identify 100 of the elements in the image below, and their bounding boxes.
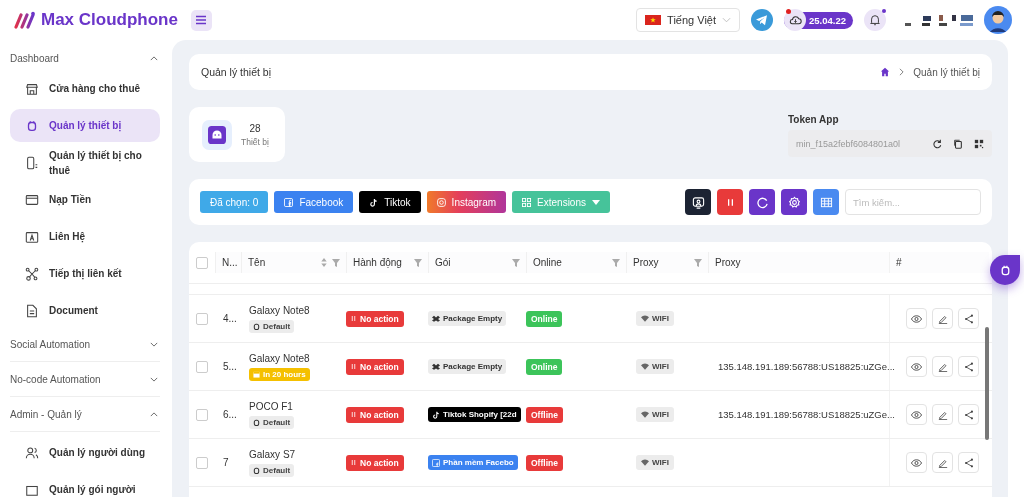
share-button[interactable] (958, 404, 979, 425)
menu-button[interactable] (190, 9, 212, 31)
row-checkbox[interactable] (196, 312, 208, 325)
edit-button[interactable] (932, 356, 953, 377)
scrollbar[interactable] (985, 327, 989, 440)
refresh-button[interactable] (749, 189, 775, 215)
copy-icon[interactable] (953, 138, 963, 149)
caret-icon (722, 17, 731, 23)
flag-icon (645, 15, 662, 25)
sidebar-item[interactable]: Quản lý người dùng (10, 436, 160, 469)
sidebar-item[interactable]: Liên Hệ (10, 220, 160, 253)
sidebar-item[interactable]: Cửa hàng cho thuê (10, 72, 160, 105)
eye-icon (911, 314, 922, 323)
sidebar-section-header[interactable]: Social Automation (10, 327, 160, 362)
column-header: Online (533, 257, 562, 268)
view-button[interactable] (906, 356, 927, 377)
token-label: Token App (788, 114, 840, 125)
filter-icon[interactable] (512, 258, 520, 267)
chevron-down-icon (150, 376, 158, 382)
sidebar-item[interactable]: Tiếp thị liên kết (10, 257, 160, 290)
avatar-icon[interactable] (984, 6, 1012, 34)
chevron-down-icon (150, 341, 158, 347)
wifi-icon (641, 459, 649, 466)
menu-icon (195, 15, 208, 25)
action-status: No action (346, 454, 404, 471)
online-status: Online (526, 310, 563, 327)
package-label: Package Empty (428, 359, 507, 374)
notification-dot (882, 9, 886, 13)
sidebar-item[interactable]: Document (10, 294, 160, 327)
device-name: Galaxy S7 (249, 448, 296, 460)
facebook-button[interactable]: Facebook (274, 191, 354, 213)
sidebar-item[interactable]: Quản lý gói người (10, 473, 160, 497)
redacted-name-block (905, 14, 973, 26)
view-button[interactable] (906, 452, 927, 473)
monitor-person-icon (691, 195, 705, 209)
settings-button[interactable] (781, 189, 807, 215)
column-header: Tên (248, 257, 266, 268)
action-status: No action (346, 310, 404, 327)
eye-icon (911, 362, 922, 371)
filter-icon[interactable] (332, 258, 340, 267)
app-version-badge[interactable]: 25.04.22 (784, 11, 853, 29)
device-float-button[interactable] (990, 255, 1020, 285)
share-icon (963, 313, 974, 324)
pause-button[interactable] (717, 189, 743, 215)
online-status: Offline (526, 454, 563, 471)
grid-button[interactable] (813, 189, 839, 215)
column-header: Gói (435, 257, 451, 268)
online-status: Online (526, 358, 563, 375)
refresh-icon[interactable] (932, 138, 942, 149)
table-icon (819, 195, 833, 209)
breadcrumb-item[interactable]: Quản lý thiết bị (913, 66, 980, 78)
tiktok-button[interactable]: Tiktok (359, 191, 421, 213)
sort-icon[interactable] (321, 258, 327, 267)
sidebar-item[interactable]: Nạp Tiền (10, 183, 160, 216)
language-select[interactable]: Tiếng Việt (636, 8, 740, 32)
filter-icon[interactable] (612, 258, 620, 267)
home-icon[interactable] (880, 67, 891, 77)
view-button[interactable] (906, 308, 927, 329)
sidebar-item[interactable]: Quản lý thiết bị cho thuê (10, 146, 160, 179)
search-field[interactable]: Tìm kiếm... (845, 189, 981, 215)
chevron-up-icon (150, 411, 158, 417)
bell-icon (869, 14, 881, 26)
chevron-up-icon (150, 55, 158, 61)
users-icon (25, 445, 39, 460)
telegram-icon[interactable] (751, 9, 773, 31)
cloud-download-icon (788, 15, 802, 25)
sidebar-section-header[interactable]: Dashboard (10, 48, 160, 68)
wifi-icon (641, 315, 649, 322)
edit-button[interactable] (932, 452, 953, 473)
share-button[interactable] (958, 452, 979, 473)
tiktok-icon (369, 197, 379, 207)
package-label: Tiktok Shopify [22d (428, 407, 521, 422)
wifi-icon (641, 411, 649, 418)
row-checkbox[interactable] (196, 360, 208, 373)
row-number: 4... (222, 313, 237, 324)
row-checkbox[interactable] (196, 408, 208, 421)
calendar-icon (253, 370, 260, 378)
card-icon (25, 192, 39, 207)
sidebar-item[interactable]: Quản lý thiết bị (10, 109, 160, 142)
sidebar-section-header[interactable]: Admin - Quản lý (10, 397, 160, 432)
instagram-button[interactable]: Instagram (426, 191, 507, 213)
sidebar-section-header[interactable]: No-code Automation (10, 362, 160, 397)
share-button[interactable] (958, 356, 979, 377)
filter-icon[interactable] (414, 258, 422, 267)
row-number: 6... (222, 409, 237, 420)
online-status: Offline (526, 406, 563, 423)
view-button[interactable] (906, 404, 927, 425)
device-name: Galaxy Note8 (249, 352, 310, 364)
share-button[interactable] (958, 308, 979, 329)
filter-icon[interactable] (694, 258, 702, 267)
pause-icon (351, 363, 356, 370)
row-checkbox[interactable] (196, 456, 208, 469)
pencil-icon (937, 409, 948, 420)
edit-button[interactable] (932, 404, 953, 425)
edit-button[interactable] (932, 308, 953, 329)
select-all-checkbox[interactable] (196, 256, 208, 269)
settings-icon (787, 195, 801, 209)
qr-code-icon[interactable] (974, 138, 984, 149)
screen-button[interactable] (685, 189, 711, 215)
notification-button[interactable] (864, 9, 886, 31)
